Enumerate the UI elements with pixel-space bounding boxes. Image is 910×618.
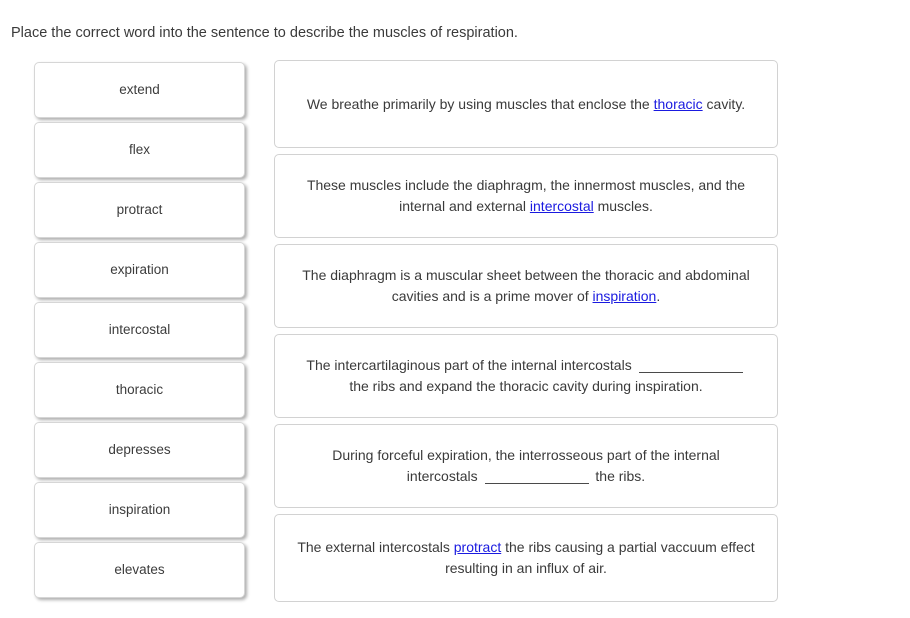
word-tile[interactable]: extend xyxy=(34,62,245,118)
answer-filled[interactable]: thoracic xyxy=(654,96,703,112)
sentence-text: These muscles include the diaphragm, the… xyxy=(297,175,755,217)
word-tile-label: depresses xyxy=(108,442,171,457)
word-tile-label: extend xyxy=(119,82,160,97)
word-bank: extend flex protract expiration intercostal t… xyxy=(34,62,245,602)
sentence-text-before: These muscles include the diaphragm, the… xyxy=(306,177,746,214)
sentence-card[interactable]: The diaphragm is a muscular sheet betwee… xyxy=(274,244,778,328)
sentence-card[interactable]: We breathe primarily by using muscles th… xyxy=(274,60,778,148)
sentence-card[interactable]: During forceful expiration, the interros… xyxy=(274,424,778,508)
word-tile[interactable]: protract xyxy=(34,182,245,238)
page-title: Place the correct word into the sentence… xyxy=(11,25,518,41)
word-tile-label: thoracic xyxy=(115,382,164,397)
answer-filled[interactable]: protract xyxy=(454,539,501,555)
word-tile[interactable]: flex xyxy=(34,122,245,178)
word-tile[interactable]: depresses xyxy=(34,422,245,478)
sentence-text-before: The diaphragm is a muscular sheet betwee… xyxy=(302,267,750,304)
sentence-text-after: the ribs and expand the thoracic cavity … xyxy=(349,378,703,394)
sentence-text: The external intercostals protract the r… xyxy=(297,537,755,579)
word-tile[interactable]: elevates xyxy=(34,542,245,598)
sentence-text-after: muscles. xyxy=(593,198,653,214)
sentence-text: The intercartilaginous part of the inter… xyxy=(297,355,755,397)
answer-filled[interactable]: inspiration xyxy=(593,288,657,304)
word-tile-label: inspiration xyxy=(108,502,171,517)
sentence-text: We breathe primarily by using muscles th… xyxy=(307,94,745,115)
sentence-text: During forceful expiration, the interros… xyxy=(297,445,755,487)
word-tile[interactable]: intercostal xyxy=(34,302,245,358)
sentence-text-before: The external intercostals xyxy=(297,539,454,555)
answer-blank-dropzone[interactable] xyxy=(638,358,743,373)
answer-blank-dropzone[interactable] xyxy=(484,469,589,484)
answer-filled[interactable]: intercostal xyxy=(530,198,594,214)
sentence-text-after: cavity. xyxy=(702,95,746,112)
word-tile-label: protract xyxy=(116,202,163,217)
word-tile[interactable]: inspiration xyxy=(34,482,245,538)
word-tile-label: expiration xyxy=(110,262,169,277)
word-tile[interactable]: thoracic xyxy=(34,362,245,418)
sentence-card[interactable]: The external intercostals protract the r… xyxy=(274,514,778,602)
sentence-list: We breathe primarily by using muscles th… xyxy=(274,60,778,608)
sentence-text-before: We breathe primarily by using muscles th… xyxy=(306,95,654,112)
sentence-text: The diaphragm is a muscular sheet betwee… xyxy=(297,265,755,307)
sentence-text-after: the ribs. xyxy=(591,468,646,484)
word-tile-label: flex xyxy=(128,142,150,157)
word-tile[interactable]: expiration xyxy=(34,242,245,298)
sentence-text-before: The intercartilaginous part of the inter… xyxy=(306,357,636,373)
sentence-text-after: . xyxy=(656,288,661,304)
sentence-card[interactable]: The intercartilaginous part of the inter… xyxy=(274,334,778,418)
word-tile-label: elevates xyxy=(114,562,165,577)
word-tile-label: intercostal xyxy=(108,322,171,337)
sentence-card[interactable]: These muscles include the diaphragm, the… xyxy=(274,154,778,238)
